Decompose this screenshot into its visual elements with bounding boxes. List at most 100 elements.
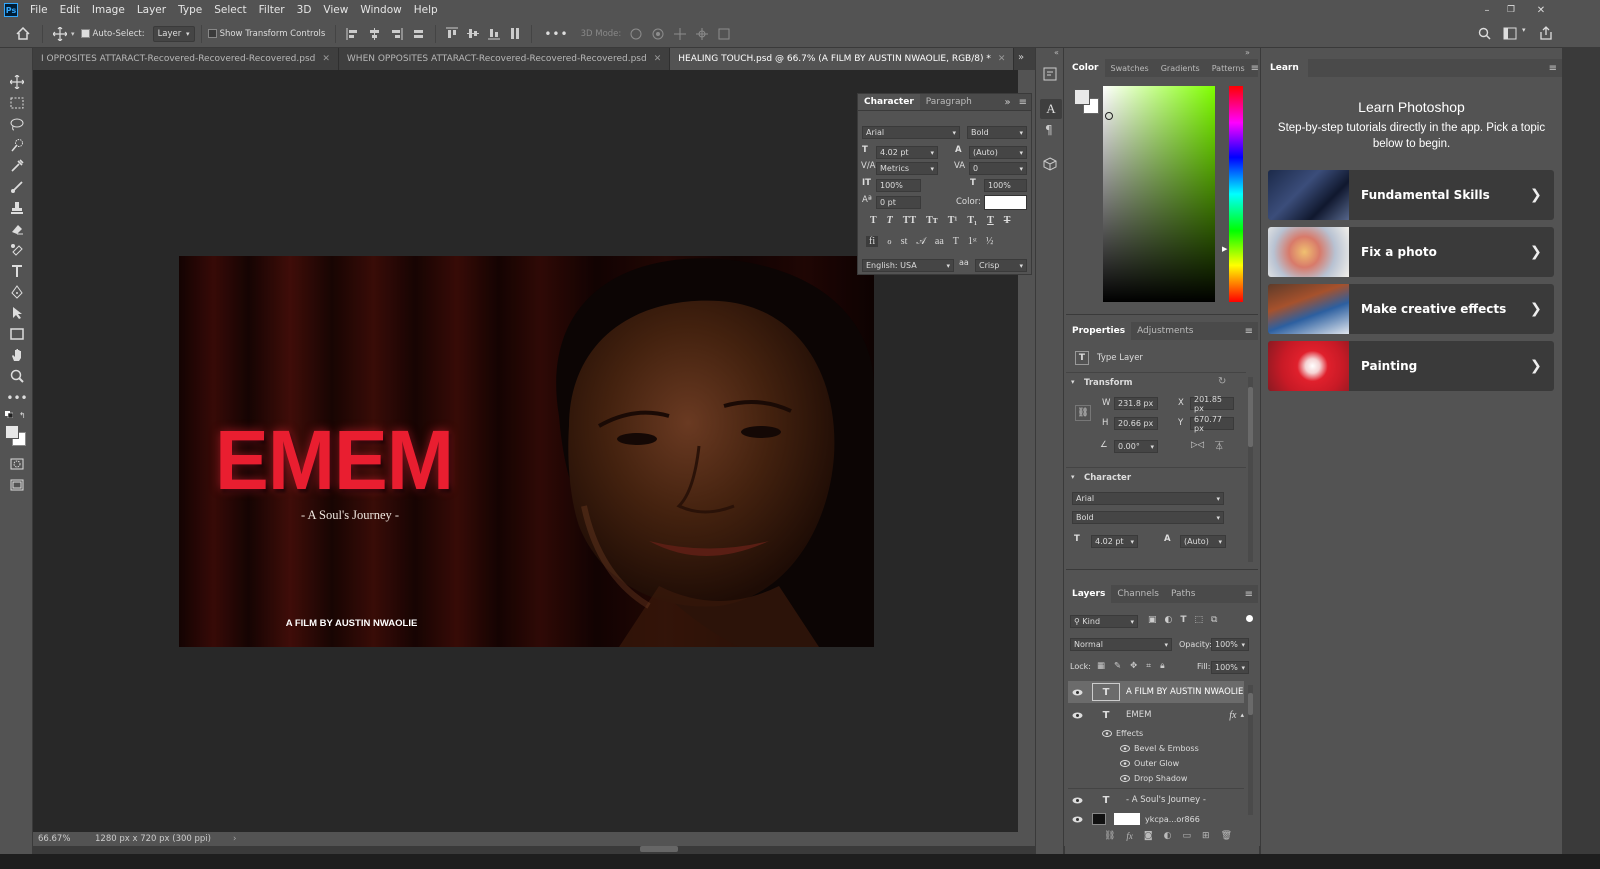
hand-tool-icon[interactable] <box>6 345 28 365</box>
faux-bold-icon[interactable]: T <box>870 215 877 226</box>
align-left-icon[interactable] <box>346 27 359 40</box>
subscript-icon[interactable]: T₁ <box>967 215 977 226</box>
color-picker-handle[interactable] <box>1105 112 1113 120</box>
add-layer-style-icon[interactable]: fx <box>1126 831 1133 841</box>
restore-button[interactable]: ❐ <box>1498 0 1524 20</box>
new-group-icon[interactable]: ▭ <box>1183 831 1192 841</box>
filter-adjustment-icon[interactable]: ◐ <box>1165 615 1173 625</box>
menu-image[interactable]: Image <box>86 4 131 16</box>
kerning-dropdown[interactable]: Metrics ▾ <box>876 162 938 175</box>
character-collapse-icon[interactable]: ▾ <box>1071 473 1075 481</box>
visibility-eye-icon[interactable] <box>1068 816 1086 823</box>
tab-paragraph[interactable]: Paragraph <box>920 94 978 110</box>
faux-italic-icon[interactable]: T <box>887 215 893 226</box>
menu-help[interactable]: Help <box>408 4 444 16</box>
effects-eye-icon[interactable] <box>1068 730 1112 737</box>
properties-scrollbar[interactable] <box>1248 377 1253 562</box>
foreground-color-chip[interactable] <box>1074 89 1090 105</box>
menu-type[interactable]: Type <box>172 4 208 16</box>
lock-transparent-icon[interactable]: ▦ <box>1097 661 1105 671</box>
menu-layer[interactable]: Layer <box>131 4 172 16</box>
swap-colors-icon[interactable]: ↰ <box>19 411 26 420</box>
lock-artboard-icon[interactable]: ⌗ <box>1146 661 1151 671</box>
layer-row[interactable]: ykcpa...or866 <box>1068 812 1244 826</box>
link-dimensions-icon[interactable]: ⛓ <box>1075 405 1091 421</box>
chevron-down-icon[interactable]: ▾ <box>71 30 75 38</box>
3d-pan-icon[interactable] <box>673 27 687 41</box>
superscript-icon[interactable]: T¹ <box>948 215 958 226</box>
saturation-brightness-field[interactable] <box>1103 86 1215 302</box>
hue-slider[interactable] <box>1229 86 1243 302</box>
tab-swatches[interactable]: Swatches <box>1105 59 1155 77</box>
flip-vertical-icon[interactable]: ⏄ <box>1215 440 1224 452</box>
effect-eye-icon[interactable] <box>1068 745 1130 752</box>
font-size-input[interactable]: 4.02 pt ▾ <box>876 146 938 159</box>
rectangle-tool-icon[interactable] <box>6 324 28 344</box>
path-selection-tool-icon[interactable] <box>6 303 28 323</box>
delete-layer-icon[interactable]: 🗑︎ <box>1221 831 1232 841</box>
align-right-icon[interactable] <box>390 27 403 40</box>
3d-roll-icon[interactable] <box>651 27 665 41</box>
tabs-overflow-icon[interactable]: » <box>1018 52 1024 63</box>
tab-channels[interactable]: Channels <box>1111 585 1165 603</box>
titling-alternates-icon[interactable]: aa <box>935 236 944 247</box>
opacity-input[interactable]: 100% ▾ <box>1211 638 1249 651</box>
expand-panels-icon[interactable]: « <box>1054 48 1059 57</box>
add-mask-icon[interactable]: ◙ <box>1144 831 1153 841</box>
close-window-button[interactable]: ✕ <box>1528 0 1554 20</box>
ordinals-icon[interactable]: 1ˢᵗ <box>968 236 977 247</box>
tracking-input[interactable]: 0 ▾ <box>969 162 1027 175</box>
contextual-alternates-icon[interactable]: T <box>953 236 959 247</box>
props-font-size-input[interactable]: 4.02 pt ▾ <box>1091 535 1138 548</box>
menu-view[interactable]: View <box>317 4 354 16</box>
effect-eye-icon[interactable] <box>1068 760 1130 767</box>
blend-mode-dropdown[interactable]: Normal ▾ <box>1070 638 1172 651</box>
flip-horizontal-icon[interactable]: ▷◁ <box>1191 440 1204 450</box>
font-style-dropdown[interactable]: Bold ▾ <box>967 126 1027 139</box>
tab-layers[interactable]: Layers <box>1066 585 1112 603</box>
home-icon[interactable] <box>10 24 36 44</box>
link-layers-icon[interactable]: ⛓ <box>1104 831 1115 841</box>
horizontal-scale-input[interactable]: 100% <box>984 179 1027 192</box>
3d-rotate-icon[interactable] <box>629 27 643 41</box>
text-color-swatch[interactable] <box>984 195 1027 210</box>
panel-menu-icon[interactable]: ≡ <box>1245 326 1253 337</box>
visibility-eye-icon[interactable] <box>1068 712 1086 719</box>
fill-input[interactable]: 100% ▾ <box>1211 661 1249 674</box>
layer-row[interactable]: T EMEM fx ▴ <box>1068 705 1244 725</box>
gradient-tool-icon[interactable] <box>6 240 28 260</box>
layer-row-selected[interactable]: T A FILM BY AUSTIN NWAOLIE <box>1068 681 1244 703</box>
learn-topic-fix-a-photo[interactable]: Fix a photo ❯ <box>1268 227 1554 277</box>
fractions-icon[interactable]: ½ <box>986 236 994 247</box>
vertical-scale-input[interactable]: 100% <box>876 179 921 192</box>
more-options-icon[interactable]: ••• <box>544 27 568 41</box>
filter-type-icon[interactable]: T <box>1180 615 1186 625</box>
tab-character[interactable]: Character <box>858 94 920 110</box>
old-style-icon[interactable]: ℴ <box>887 236 892 247</box>
quick-mask-icon[interactable] <box>6 454 28 474</box>
swash-icon[interactable]: st <box>901 236 908 247</box>
share-icon[interactable] <box>1539 26 1553 40</box>
stamp-tool-icon[interactable] <box>6 198 28 218</box>
learn-topic-painting[interactable]: Painting ❯ <box>1268 341 1554 391</box>
filter-smart-object-icon[interactable]: ⧉ <box>1211 615 1217 625</box>
pen-tool-icon[interactable] <box>6 282 28 302</box>
props-font-family-dropdown[interactable]: Arial ▾ <box>1072 492 1224 505</box>
align-middle-icon[interactable] <box>467 27 480 40</box>
effect-row[interactable]: Bevel & Emboss <box>1068 741 1244 756</box>
width-input[interactable]: 231.8 px <box>1114 397 1158 410</box>
align-top-icon[interactable] <box>446 27 459 40</box>
menu-filter[interactable]: Filter <box>253 4 291 16</box>
move-tool-icon[interactable] <box>6 72 28 92</box>
zoom-level[interactable]: 66.67% <box>38 834 90 844</box>
panel-menu-icon[interactable]: ≡ <box>1245 589 1253 600</box>
new-adjustment-layer-icon[interactable]: ◐ <box>1164 831 1172 841</box>
new-layer-icon[interactable]: ⊞ <box>1202 831 1210 841</box>
collapse-panel-icon[interactable]: » <box>1004 97 1010 108</box>
3d-panel-icon[interactable] <box>1043 157 1057 171</box>
distribute-vertical-icon[interactable] <box>509 27 521 40</box>
strikethrough-icon[interactable]: T <box>1004 215 1011 226</box>
marquee-tool-icon[interactable] <box>6 93 28 113</box>
eraser-tool-icon[interactable] <box>6 219 28 239</box>
tab-color[interactable]: Color <box>1066 59 1105 77</box>
